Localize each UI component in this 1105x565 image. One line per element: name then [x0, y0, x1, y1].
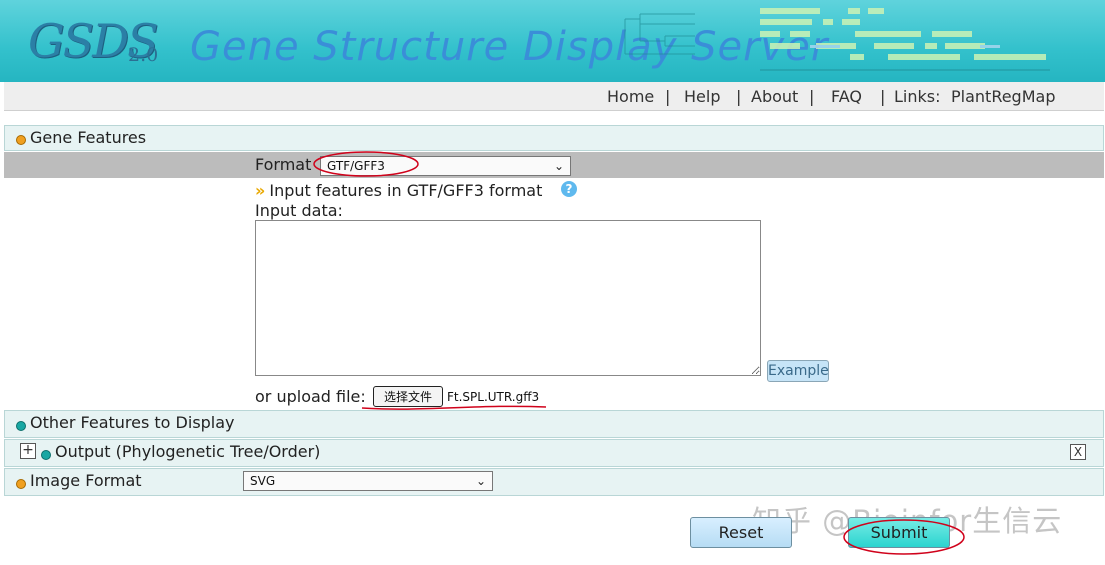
orange-dot-icon [16, 135, 26, 145]
other-features-label: Other Features to Display [30, 413, 235, 432]
input-hint-text: Input features in GTF/GFF3 format [269, 181, 543, 200]
teal-dot-icon [16, 421, 26, 431]
header-banner: GSDS 2.0 Gene Structure Display Server [0, 0, 1105, 82]
choose-file-button[interactable]: 选择文件 [373, 386, 443, 407]
nav-separator: | [880, 87, 886, 106]
nav-about[interactable]: About [751, 87, 798, 106]
double-arrow-icon: » [255, 181, 266, 200]
teal-dot-icon [41, 450, 51, 460]
selected-file-name: Ft.SPL.UTR.gff3 [447, 390, 540, 404]
chevron-down-icon: ⌄ [475, 474, 486, 488]
output-section[interactable]: Output (Phylogenetic Tree/Order) [4, 439, 1104, 467]
nav-separator: | [809, 87, 815, 106]
input-hint: » Input features in GTF/GFF3 format [255, 181, 542, 200]
nav-separator: | [736, 87, 742, 106]
gene-features-section[interactable]: Gene Features [4, 125, 1104, 151]
submit-button[interactable]: Submit [848, 517, 950, 548]
nav-home[interactable]: Home [607, 87, 654, 106]
output-label: Output (Phylogenetic Tree/Order) [55, 442, 321, 461]
image-format-select[interactable]: SVG ⌄ [243, 471, 493, 491]
orange-dot-icon [16, 479, 26, 489]
format-select[interactable]: GTF/GFF3 ⌄ [320, 156, 571, 176]
format-select-value: GTF/GFF3 [327, 159, 385, 173]
nav-bar: Home | Help | About | FAQ | Links: Plant… [4, 82, 1104, 111]
reset-button[interactable]: Reset [690, 517, 792, 548]
example-button[interactable]: Example [767, 360, 829, 382]
gene-structure-decoration [624, 8, 1050, 71]
close-icon[interactable]: X [1070, 444, 1086, 460]
format-label: Format [255, 155, 312, 174]
links-label: Links: [894, 87, 941, 106]
image-format-section: Image Format [4, 468, 1104, 496]
logo-version: 2.0 [128, 44, 159, 66]
gene-features-label: Gene Features [30, 128, 147, 147]
other-features-section[interactable]: Other Features to Display [4, 410, 1104, 438]
nav-plantregmap-link[interactable]: PlantRegMap [951, 87, 1055, 106]
chevron-down-icon: ⌄ [553, 159, 564, 173]
input-data-label: Input data: [255, 201, 343, 220]
expand-plus-icon[interactable]: + [20, 443, 36, 459]
nav-separator: | [665, 87, 671, 106]
nav-help[interactable]: Help [684, 87, 720, 106]
upload-label: or upload file: [255, 387, 366, 406]
image-format-label: Image Format [30, 471, 142, 490]
nav-faq[interactable]: FAQ [831, 87, 862, 106]
image-format-value: SVG [250, 474, 276, 488]
input-data-textarea[interactable] [255, 220, 761, 376]
help-icon[interactable]: ? [561, 181, 577, 197]
